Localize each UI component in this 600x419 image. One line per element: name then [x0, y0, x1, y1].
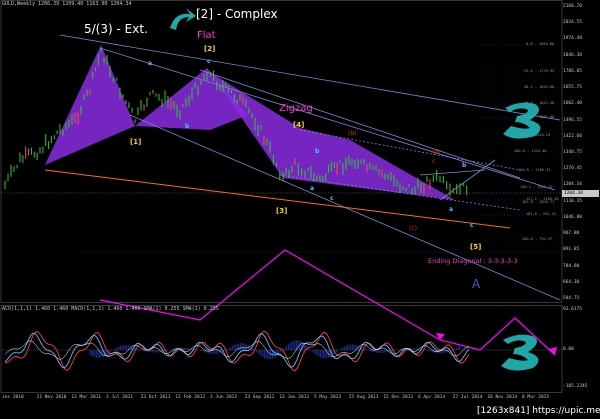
price-axis-label: 1974.40 — [563, 36, 582, 42]
wave-a-label-3: a — [449, 206, 454, 213]
chart-window: GOLD,Weekly 1206.39 1209.40 1163.90 1204… — [0, 0, 600, 419]
wave-2-label: [2] — [204, 45, 216, 53]
fib-level-label: 38.2 - 1693.86 — [524, 85, 555, 89]
time-axis-label: 3 Jun 2012 — [210, 395, 238, 400]
price-axis-label: 1655.75 — [563, 85, 582, 91]
fib-level-label: 138.2 - 1041.12 — [520, 185, 553, 189]
wave-c-label-3: c — [470, 222, 474, 229]
wave-c-label-4: c — [330, 195, 334, 202]
time-axis-label: 23 Oct 2011 — [140, 395, 171, 400]
watermark: [1263x841] https://upic.me/ — [477, 406, 600, 416]
price-axis-label: 891.85 — [563, 247, 580, 253]
time-axis-label: 23 Sep 2012 — [244, 395, 275, 400]
wave-1-label: [1] — [130, 138, 142, 146]
projection-zigzag — [99, 249, 481, 351]
fib-level-label: 161.8 - 951.31 — [526, 212, 557, 216]
price-axis-label: 784.80 — [563, 263, 580, 269]
fib-level-label: 0.0 - 1920.80 — [526, 42, 555, 46]
price-axis-label: 1270.45 — [563, 166, 582, 172]
time-axis-label: 12 Feb 2012 — [175, 395, 206, 400]
price-axis-label: 1422.60 — [563, 133, 582, 139]
price-axis-label: 1786.05 — [563, 68, 582, 74]
fib-level-label: 61.8 - 1551.00 — [524, 115, 555, 119]
time-axis-label: 15 Dec 2013 — [383, 395, 414, 400]
price-axis-label: 1846.30 — [563, 52, 582, 58]
price-axis-label: 1204.34 — [563, 182, 582, 188]
time-axis-label: 27 Jul 2014 — [452, 395, 483, 400]
wave-b-label-4: b — [315, 148, 320, 155]
time-axis-label: 6 Apr 2014 — [418, 395, 446, 400]
oscillator-series — [1, 330, 562, 372]
price-axis-label: 1340.75 — [563, 150, 582, 155]
price-axis-label: 1046.80 — [563, 214, 582, 220]
osc-axis-top: 92.6175 — [563, 307, 582, 312]
osc-axis-mid: 0.00 — [563, 347, 574, 352]
wave-a-label-4: a — [310, 185, 315, 192]
time-axis-label: 16 Nov 2014 — [487, 395, 518, 400]
wave-paren-b: (b) — [348, 130, 357, 137]
teal-arrow-icon — [170, 8, 196, 30]
teal-b-osc-icon — [501, 334, 539, 371]
fib-level-label: 76.4 - 1464.23 — [520, 133, 551, 137]
wave-c-small: c — [432, 158, 436, 165]
price-chart[interactable] — [0, 0, 600, 419]
time-axis-label: 8 Mar 2015 — [522, 395, 550, 400]
fib-level-label: 100.0 - 1324.40 — [514, 149, 547, 153]
fib-level-label: 200.0 - 792.57 — [522, 237, 553, 241]
price-axis-label: 584.75 — [563, 296, 580, 301]
wave-3-label: [3] — [276, 207, 288, 215]
fib-level-label: 50.0 - 1622.40 — [524, 101, 555, 105]
flat-triangle — [45, 45, 135, 165]
time-axis-label: 25 Aug 2013 — [348, 395, 379, 400]
wave-b-label-2: b — [185, 123, 190, 130]
complex-label: [2] - Complex — [196, 7, 278, 21]
flat-label: Flat — [197, 30, 216, 41]
time-axis-label: 21 Nov 2010 — [36, 395, 67, 400]
ending-diagonal-label: Ending Diagonal : 3-3-3-3-3 — [428, 257, 518, 265]
time-axis-label: 3 Jul 2011 — [106, 395, 134, 400]
wave-5-label: [5] — [470, 243, 482, 251]
fib-level-label: 100.0 - 1180.33 — [518, 168, 551, 172]
wave-paren-c: (c) — [409, 225, 417, 232]
fib-level-label: 161.8 - 1034.71 — [522, 200, 555, 204]
wave-b-label-3: b — [462, 162, 467, 169]
wave-c-label-1: c — [207, 58, 211, 65]
ext-label: 5/(3) - Ext. — [84, 22, 148, 36]
current-price-badge: 1204.34 — [562, 190, 599, 197]
oscillator-line — [4, 330, 470, 372]
oscillator-line — [4, 332, 470, 369]
time-axis-label: ios 2010 — [2, 395, 24, 400]
wave-a-label: A — [472, 277, 481, 291]
wave-4-label: [4] — [293, 121, 305, 129]
price-axis-label: 1602.40 — [563, 101, 582, 107]
price-axis-label: 967.80 — [563, 231, 580, 237]
price-axis-label: 1496.55 — [563, 117, 582, 123]
osc-axis-bottom: -105.2345 — [563, 384, 588, 389]
time-axis-label: 13 Jan 2013 — [279, 395, 310, 400]
price-axis-label: 664.30 — [563, 279, 580, 285]
wave-b-label-1: a — [148, 60, 153, 67]
wave-paren-d: (d) — [432, 149, 441, 156]
zigzag-label: Zigzag — [279, 103, 313, 114]
time-axis-label: 13 Mar 2011 — [71, 395, 102, 400]
oscillator-header: ACO(1,1,1) 1.460 1.460 MACD(1,1,1) 1.460… — [2, 306, 219, 312]
time-axis-label: 5 May 2013 — [314, 395, 342, 400]
price-axis-label: 1138.35 — [563, 198, 582, 204]
price-axis-label: 2160.70 — [563, 4, 582, 9]
price-axis-label: 2034.55 — [563, 20, 582, 26]
fib-level-label: 23.6 - 1779.93 — [524, 69, 555, 73]
